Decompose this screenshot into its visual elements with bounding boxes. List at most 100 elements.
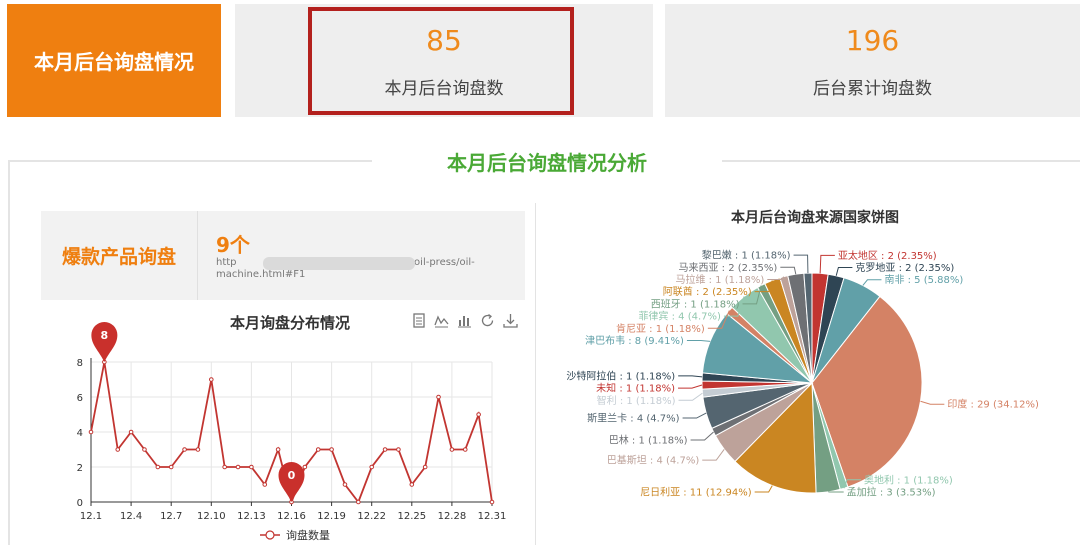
stat-tile-month: 85 本月后台询盘数: [235, 4, 653, 117]
pie-slice-label: 奥地利 : 1 (1.18%): [864, 473, 953, 486]
data-point: [88, 429, 94, 435]
x-tick-label: 12.31: [478, 511, 507, 522]
hot-product-url-prefix: http: [216, 257, 237, 268]
pie-slice-label: 尼日利亚 : 11 (12.94%): [640, 487, 752, 499]
hot-products-box: 爆款产品询盘 9个 http crew-oil-press/oil- machin…: [41, 211, 525, 300]
pie-slice-label: 津巴布韦 : 8 (9.41%): [585, 335, 684, 347]
data-point: [449, 447, 455, 452]
x-tick-label: 12.16: [277, 511, 306, 522]
data-point: [356, 499, 361, 505]
section-title: 本月后台询盘情况分析: [372, 148, 722, 178]
data-point: [436, 394, 441, 400]
data-point: [409, 482, 415, 487]
data-point: [235, 464, 241, 470]
pie-slice-label: 马来西亚 : 2 (2.35%): [678, 262, 777, 274]
pie-slice-label: 马拉维 : 1 (1.18%): [675, 273, 764, 286]
x-tick-label: 12.4: [120, 511, 142, 522]
data-point: [182, 447, 187, 452]
legend-label: 询盘数量: [286, 528, 330, 542]
x-tick-label: 12.22: [357, 511, 386, 522]
redacted-url-blur: [263, 257, 415, 270]
data-point: [128, 429, 134, 435]
max-min-marker: 0: [278, 462, 305, 502]
data-point: [342, 482, 348, 487]
hot-products-count: 9个: [216, 233, 250, 257]
data-point: [209, 377, 214, 382]
marker-pin: [278, 462, 305, 502]
data-point: [249, 464, 254, 470]
data-point: [195, 447, 201, 452]
x-tick-label: 12.25: [397, 511, 426, 522]
x-tick-label: 12.13: [237, 511, 266, 522]
hot-products-label: 爆款产品询盘: [41, 211, 198, 300]
pie-label-line: [678, 384, 703, 389]
stat-value-month: 85: [426, 24, 462, 57]
pie-slice-label: 肯尼亚 : 1 (1.18%): [616, 322, 705, 335]
pie-slice-label: 南非 : 5 (5.88%): [884, 273, 963, 286]
pie-label-line: [690, 431, 714, 441]
data-point: [275, 447, 281, 452]
pie-slice-label: 斯里兰卡 : 4 (4.7%): [587, 412, 680, 425]
pie-slice-label: 克罗地亚 : 2 (2.35%): [855, 261, 954, 274]
hot-product-url-line2[interactable]: machine.html#F1: [216, 269, 305, 280]
pie-label-line: [920, 400, 945, 405]
data-point: [115, 447, 121, 452]
x-tick-label: 12.7: [160, 511, 182, 522]
pie-label-line: [780, 266, 797, 275]
x-tick-label: 12.19: [317, 511, 346, 522]
max-min-marker: 8: [91, 321, 118, 362]
data-point: [329, 447, 334, 452]
y-tick-label: 0: [77, 498, 83, 509]
header-title: 本月后台询盘情况: [34, 50, 194, 74]
pie-chart: 亚太地区 : 2 (2.35%)克罗地亚 : 2 (2.35%)南非 : 5 (…: [566, 249, 1039, 499]
pie-slice-label: 阿联酋 : 2 (2.35%): [663, 285, 752, 298]
data-point: [476, 412, 481, 417]
data-point: [422, 464, 428, 470]
data-point: [382, 447, 388, 452]
pie-slice-label: 菲律宾 : 4 (4.7%): [638, 310, 721, 323]
line-chart: 0 2 4 6 8 12.1 12.4 12.7 12.10 12.13 12.16 12.19 12.…: [77, 321, 507, 542]
x-tick-label: 12.1: [80, 511, 102, 522]
y-tick-label: 8: [77, 358, 83, 369]
pie-label-line: [754, 485, 773, 493]
data-point: [369, 464, 375, 470]
data-point: [489, 499, 495, 505]
data-point: [142, 447, 147, 452]
pie-label-line: [819, 254, 835, 274]
pie-slice-label: 印度 : 29 (34.12%): [947, 398, 1039, 411]
data-point: [222, 464, 227, 470]
pie-label-line: [678, 375, 703, 378]
pie-label-line: [686, 339, 711, 342]
stat-value-total: 196: [845, 24, 900, 57]
legend-marker: [265, 530, 275, 540]
stat-tile-total: 196 后台累计询盘数: [665, 4, 1080, 117]
y-tick-label: 4: [77, 428, 83, 439]
stat-label-month: 本月后台询盘数: [384, 79, 504, 99]
x-tick-label: 12.28: [438, 511, 467, 522]
pie-slice-label: 亚太地区 : 2 (2.35%): [838, 249, 937, 262]
panel-divider: [535, 203, 536, 545]
pie-slice-label: 孟加拉 : 3 (3.53%): [847, 486, 936, 499]
data-point: [302, 464, 308, 470]
data-point: [262, 482, 268, 487]
data-point: [462, 447, 468, 452]
data-point: [396, 447, 401, 452]
pie-slice-label: 巴基斯坦 : 4 (4.7%): [607, 454, 700, 467]
marker-label: 8: [101, 329, 109, 342]
pie-label-line: [862, 279, 882, 286]
y-tick-label: 2: [77, 463, 83, 474]
x-tick-label: 12.10: [197, 511, 226, 522]
marker-label: 0: [288, 469, 296, 482]
pie-slice-label: 西班牙 : 1 (1.18%): [651, 298, 740, 310]
data-point: [315, 447, 321, 452]
pie-label-line: [702, 448, 725, 461]
pie-slice-label: 沙特阿拉伯 : 1 (1.18%): [566, 369, 675, 382]
pie-label-line: [678, 392, 703, 401]
y-tick-label: 6: [77, 393, 83, 404]
pie-slice-label: 智利 : 1 (1.18%): [597, 394, 676, 407]
stat-label-total: 后台累计询盘数: [813, 79, 932, 99]
data-point: [155, 464, 161, 470]
header-title-tile: 本月后台询盘情况: [7, 4, 221, 117]
pie-slice-label: 巴林 : 1 (1.18%): [609, 434, 688, 447]
pie-label-line: [835, 267, 853, 276]
